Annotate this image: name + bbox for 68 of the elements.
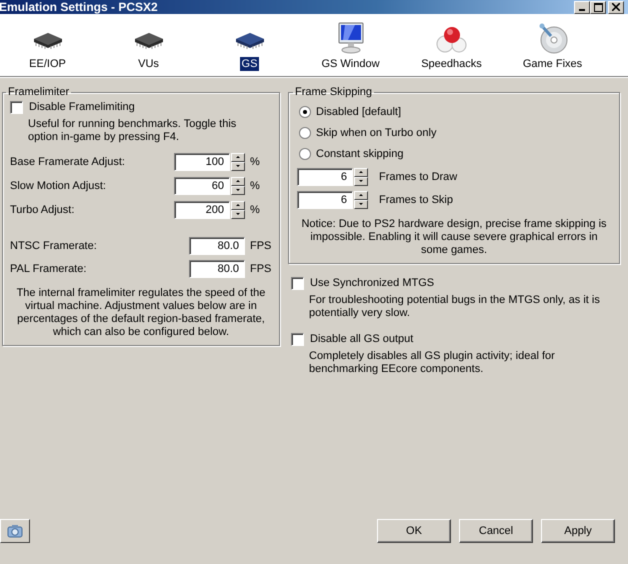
unit-label: FPS xyxy=(249,263,272,275)
field-label: PAL Framerate: xyxy=(10,263,88,275)
number-field[interactable]: 6 xyxy=(297,168,353,186)
maximize-button[interactable] xyxy=(590,0,606,14)
camera-icon xyxy=(7,524,23,538)
settings-tab[interactable]: GS xyxy=(199,14,300,76)
unit-label: % xyxy=(249,204,261,216)
spin-up-button[interactable] xyxy=(354,168,368,177)
dialog-button[interactable]: Apply xyxy=(541,519,615,543)
settings-tab[interactable]: VUs xyxy=(98,14,199,76)
radio-label: Disabled [default] xyxy=(316,106,401,118)
minimize-button[interactable] xyxy=(574,0,590,14)
checkbox[interactable] xyxy=(291,276,304,290)
spin-down-button[interactable] xyxy=(354,200,368,209)
number-field[interactable]: 80.0 xyxy=(189,237,245,255)
radio-button[interactable] xyxy=(299,148,311,160)
screenshot-button[interactable] xyxy=(0,519,30,543)
number-field[interactable]: 80.0 xyxy=(189,260,245,278)
radio-button[interactable] xyxy=(299,106,311,118)
unit-label: % xyxy=(249,180,261,192)
note-text: The internal framelimiter regulates the speed of the virtual machine. Adjustment values below are in percentages of the default region-based framerate, which can also be configured below. xyxy=(16,287,266,339)
spin-up-button[interactable] xyxy=(354,191,368,200)
field-label: NTSC Framerate: xyxy=(10,240,98,252)
number-field[interactable]: 6 xyxy=(297,191,353,209)
radio-button[interactable] xyxy=(299,127,311,139)
spin-down-button[interactable] xyxy=(231,186,245,195)
spin-down-button[interactable] xyxy=(231,162,245,171)
unit-label: FPS xyxy=(249,240,272,252)
molecule-icon xyxy=(434,24,468,54)
field-label: Slow Motion Adjust: xyxy=(10,180,107,192)
checkbox-label: Use Synchronized MTGS xyxy=(310,276,434,290)
dialog-button[interactable]: Cancel xyxy=(459,519,533,543)
field-label: Frames to Draw xyxy=(379,171,458,183)
group-title: Framelimiter xyxy=(7,86,70,98)
monitor-icon xyxy=(336,22,366,54)
description-text: Useful for running benchmarks. Toggle this option in-game by pressing F4. xyxy=(27,118,238,144)
spin-up-button[interactable] xyxy=(231,153,245,162)
notice-text: Notice: Due to PS2 hardware design, precise frame skipping is impossible. Enabling it will cause severe graphical errors in some games. xyxy=(300,218,608,257)
spin-up-button[interactable] xyxy=(231,177,245,186)
field-label: Frames to Skip xyxy=(379,194,453,206)
spin-down-button[interactable] xyxy=(231,210,245,219)
description-text: For troubleshooting potential bugs in the MTGS only, as it is potentially very slow. xyxy=(308,294,601,320)
settings-tab[interactable]: EE/IOP xyxy=(0,14,98,76)
number-field[interactable]: 200 xyxy=(174,201,230,219)
close-button[interactable] xyxy=(608,0,624,14)
maximize-icon xyxy=(594,2,602,12)
group-title: Frame Skipping xyxy=(294,86,374,98)
unit-label: % xyxy=(249,156,261,168)
disc-icon xyxy=(536,22,568,54)
dialog-button[interactable]: OK xyxy=(377,519,451,543)
description-text: Completely disables all GS plugin activity; ideal for benchmarking EEcore components. xyxy=(308,350,556,376)
spin-up-button[interactable] xyxy=(231,201,245,210)
checkbox-label: Disable all GS output xyxy=(310,332,414,346)
radio-label: Constant skipping xyxy=(316,148,404,160)
number-field[interactable]: 100 xyxy=(174,153,230,171)
radio-label: Skip when on Turbo only xyxy=(316,127,436,139)
checkbox[interactable] xyxy=(10,100,23,114)
field-label: Base Framerate Adjust: xyxy=(10,156,126,168)
checkbox[interactable] xyxy=(291,332,304,346)
close-icon xyxy=(612,3,620,11)
field-label: Turbo Adjust: xyxy=(10,204,76,216)
settings-tab[interactable]: GS Window xyxy=(300,14,401,76)
settings-tab[interactable]: Game Fixes xyxy=(502,14,603,76)
settings-tab[interactable]: Speedhacks xyxy=(401,14,502,76)
checkbox-label: Disable Framelimiting xyxy=(29,100,135,114)
spin-down-button[interactable] xyxy=(354,177,368,186)
window-title: Emulation Settings - PCSX2 xyxy=(0,0,158,14)
number-field[interactable]: 60 xyxy=(174,177,230,195)
